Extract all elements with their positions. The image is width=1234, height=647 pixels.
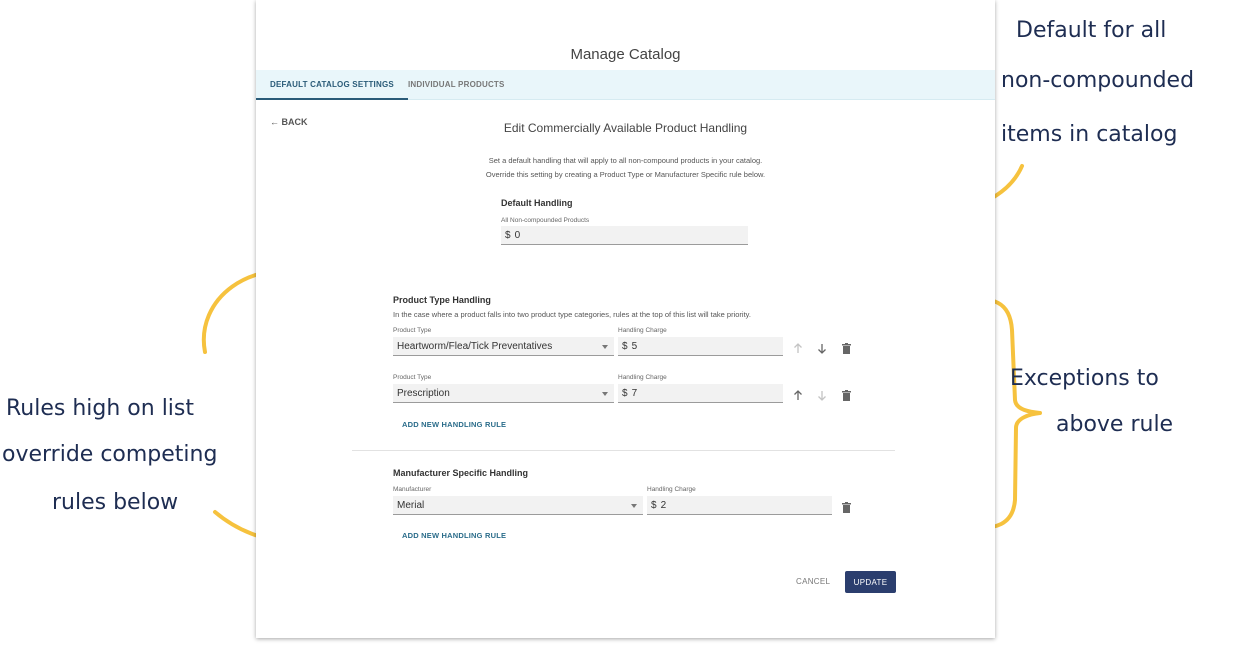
arrow-up-icon	[794, 389, 802, 400]
description-line-1: Set a default handling that will apply t…	[488, 156, 763, 165]
description-line-2: Override this setting by creating a Prod…	[485, 170, 766, 179]
trash-icon	[841, 342, 851, 354]
annotation-default-line2: non-compounded	[1001, 68, 1195, 93]
arrow-up-icon	[794, 342, 802, 353]
move-up-button[interactable]	[791, 341, 805, 355]
arrow-down-icon	[818, 390, 826, 401]
handling-charge-value: 2	[660, 500, 667, 511]
annotation-priority-line3: rules below	[52, 490, 179, 515]
product-type-value: Heartworm/Flea/Tick Preventatives	[397, 341, 553, 352]
manufacturer-select[interactable]: Merial	[393, 496, 643, 515]
update-button[interactable]: UPDATE	[845, 571, 896, 593]
product-type-select[interactable]: Prescription	[393, 384, 614, 403]
manufacturer-handling-title: Manufacturer Specific Handling	[393, 468, 529, 478]
chevron-down-icon	[602, 392, 608, 396]
product-type-handling-description: In the case where a product falls into t…	[393, 310, 751, 319]
manage-catalog-card: Manage Catalog DEFAULT CATALOG SETTINGS …	[256, 0, 995, 638]
manufacturer-label: Manufacturer	[393, 486, 432, 493]
add-product-type-rule-button[interactable]: ADD NEW HANDLING RULE	[402, 420, 506, 429]
delete-rule-button[interactable]	[839, 341, 853, 355]
tab-default-catalog-settings[interactable]: DEFAULT CATALOG SETTINGS	[256, 80, 408, 100]
product-type-select[interactable]: Heartworm/Flea/Tick Preventatives	[393, 337, 614, 356]
move-up-button[interactable]	[791, 388, 805, 402]
tab-bar: DEFAULT CATALOG SETTINGS INDIVIDUAL PROD…	[256, 70, 995, 100]
page-title: Manage Catalog	[570, 46, 681, 63]
delete-rule-button[interactable]	[839, 388, 853, 402]
handling-charge-input[interactable]: $5	[618, 337, 783, 356]
section-heading: Edit Commercially Available Product Hand…	[503, 121, 748, 135]
annotation-exceptions-line2: above rule	[1056, 412, 1174, 437]
currency-symbol: $	[622, 388, 628, 399]
default-handling-title: Default Handling	[501, 198, 573, 208]
annotation-default-line3: items in catalog	[1001, 122, 1178, 147]
product-type-value: Prescription	[397, 388, 450, 399]
move-down-button[interactable]	[815, 388, 829, 402]
annotation-exceptions-line1: Exceptions to	[1010, 366, 1159, 391]
handling-charge-value: 5	[631, 341, 638, 352]
trash-icon	[841, 389, 851, 401]
trash-icon	[841, 501, 851, 513]
handling-charge-label: Handling Charge	[618, 327, 667, 334]
default-handling-field-label: All Non-compounded Products	[501, 217, 590, 224]
handling-charge-input[interactable]: $2	[647, 496, 832, 515]
currency-symbol: $	[622, 341, 628, 352]
handling-charge-label: Handling Charge	[647, 486, 696, 493]
delete-rule-button[interactable]	[839, 500, 853, 514]
default-handling-input[interactable]: $0	[501, 226, 748, 245]
manufacturer-value: Merial	[397, 500, 425, 511]
cancel-button[interactable]: CANCEL	[796, 577, 830, 586]
tab-individual-products[interactable]: INDIVIDUAL PRODUCTS	[408, 80, 505, 89]
default-handling-value: 0	[514, 230, 521, 241]
annotation-default-line1: Default for all	[1016, 18, 1167, 43]
product-type-label: Product Type	[393, 374, 432, 381]
handling-charge-input[interactable]: $7	[618, 384, 783, 403]
move-down-button[interactable]	[815, 341, 829, 355]
currency-symbol: $	[651, 500, 657, 511]
handling-charge-value: 7	[631, 388, 638, 399]
add-manufacturer-rule-button[interactable]: ADD NEW HANDLING RULE	[402, 531, 506, 540]
arrow-down-icon	[818, 343, 826, 354]
section-divider	[352, 450, 895, 451]
product-type-handling-title: Product Type Handling	[393, 295, 491, 305]
annotation-priority-line1: Rules high on list	[6, 396, 195, 421]
handling-charge-label: Handling Charge	[618, 374, 667, 381]
chevron-down-icon	[602, 345, 608, 349]
chevron-down-icon	[631, 504, 637, 508]
annotation-priority-line2: override competing	[2, 442, 218, 467]
currency-symbol: $	[505, 230, 511, 241]
product-type-label: Product Type	[393, 327, 432, 334]
